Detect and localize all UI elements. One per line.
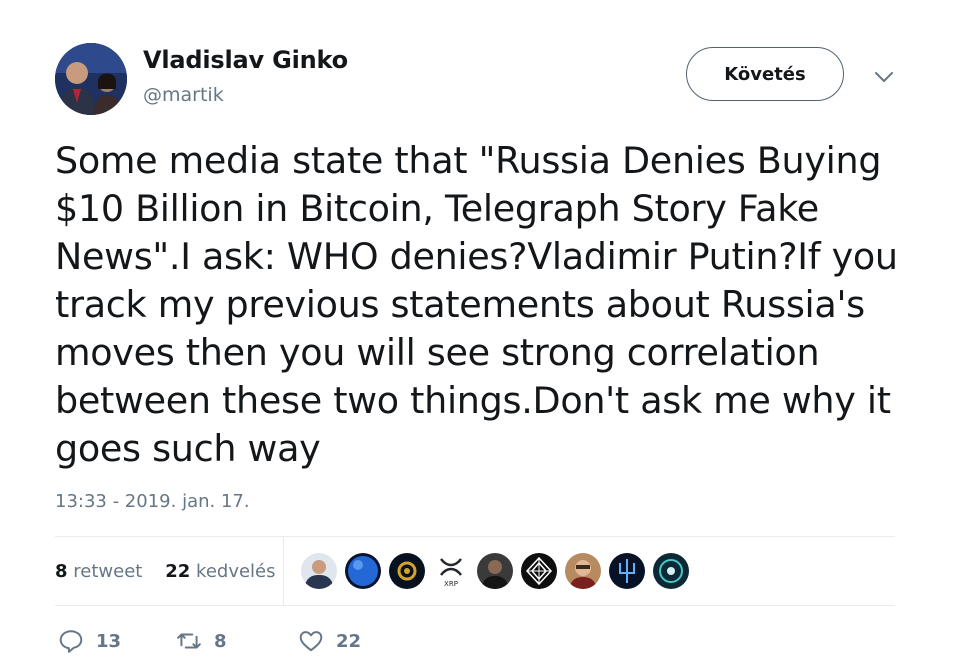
retweet-icon bbox=[177, 633, 201, 649]
blue-planet-avatar-icon bbox=[345, 553, 381, 589]
white-geometric-avatar-icon bbox=[521, 553, 557, 589]
liker-avatar-2[interactable] bbox=[345, 553, 381, 589]
divider-bottom bbox=[55, 605, 895, 606]
reply-icon bbox=[59, 630, 83, 653]
retweet-stat[interactable]: 8 retweet bbox=[55, 561, 142, 582]
liker-avatar-9[interactable] bbox=[653, 553, 689, 589]
xrp-logo-avatar-icon: XRP bbox=[433, 553, 469, 589]
liker-avatar-7[interactable] bbox=[565, 553, 601, 589]
retweet-button[interactable]: 8 bbox=[176, 628, 227, 654]
retweet-action-count: 8 bbox=[214, 630, 227, 652]
follow-button[interactable]: Követés bbox=[686, 47, 844, 101]
reply-count: 13 bbox=[96, 630, 122, 652]
heart-icon bbox=[299, 631, 323, 652]
author-photo bbox=[55, 43, 127, 115]
liker-avatar-5[interactable] bbox=[477, 553, 513, 589]
divider-top bbox=[55, 536, 895, 537]
retweet-label: retweet bbox=[73, 561, 143, 582]
stats-separator bbox=[283, 537, 284, 605]
man-in-suit-avatar-icon bbox=[301, 553, 337, 589]
man-portrait-avatar-icon bbox=[565, 553, 601, 589]
like-button[interactable]: 22 bbox=[298, 628, 361, 654]
teal-ornament-avatar-icon bbox=[653, 553, 689, 589]
chevron-down-icon[interactable] bbox=[873, 66, 895, 88]
tweet-timestamp[interactable]: 13:33 - 2019. jan. 17. bbox=[55, 491, 250, 512]
like-label: kedvelés bbox=[196, 561, 276, 582]
author-avatar[interactable] bbox=[55, 43, 127, 115]
gold-coin-avatar-icon bbox=[389, 553, 425, 589]
liker-avatar-4[interactable]: XRP bbox=[433, 553, 469, 589]
tweet-stats: 8 retweet 22 kedvelés bbox=[55, 561, 276, 582]
like-stat[interactable]: 22 kedvelés bbox=[165, 561, 275, 582]
liker-avatar-1[interactable] bbox=[301, 553, 337, 589]
tweet-text: Some media state that "Russia Denies Buy… bbox=[55, 139, 898, 470]
dark-portrait-avatar-icon bbox=[477, 553, 513, 589]
reply-button[interactable]: 13 bbox=[58, 628, 121, 654]
liker-avatar-6[interactable] bbox=[521, 553, 557, 589]
blue-trident-avatar-icon bbox=[609, 553, 645, 589]
author-name[interactable]: Vladislav Ginko bbox=[143, 46, 348, 74]
author-handle[interactable]: @martik bbox=[143, 84, 224, 106]
xrp-text: XRP bbox=[444, 580, 458, 588]
liker-avatar-8[interactable] bbox=[609, 553, 645, 589]
like-count: 22 bbox=[165, 561, 191, 582]
liker-avatar-3[interactable] bbox=[389, 553, 425, 589]
like-action-count: 22 bbox=[336, 630, 362, 652]
retweet-count: 8 bbox=[55, 561, 68, 582]
